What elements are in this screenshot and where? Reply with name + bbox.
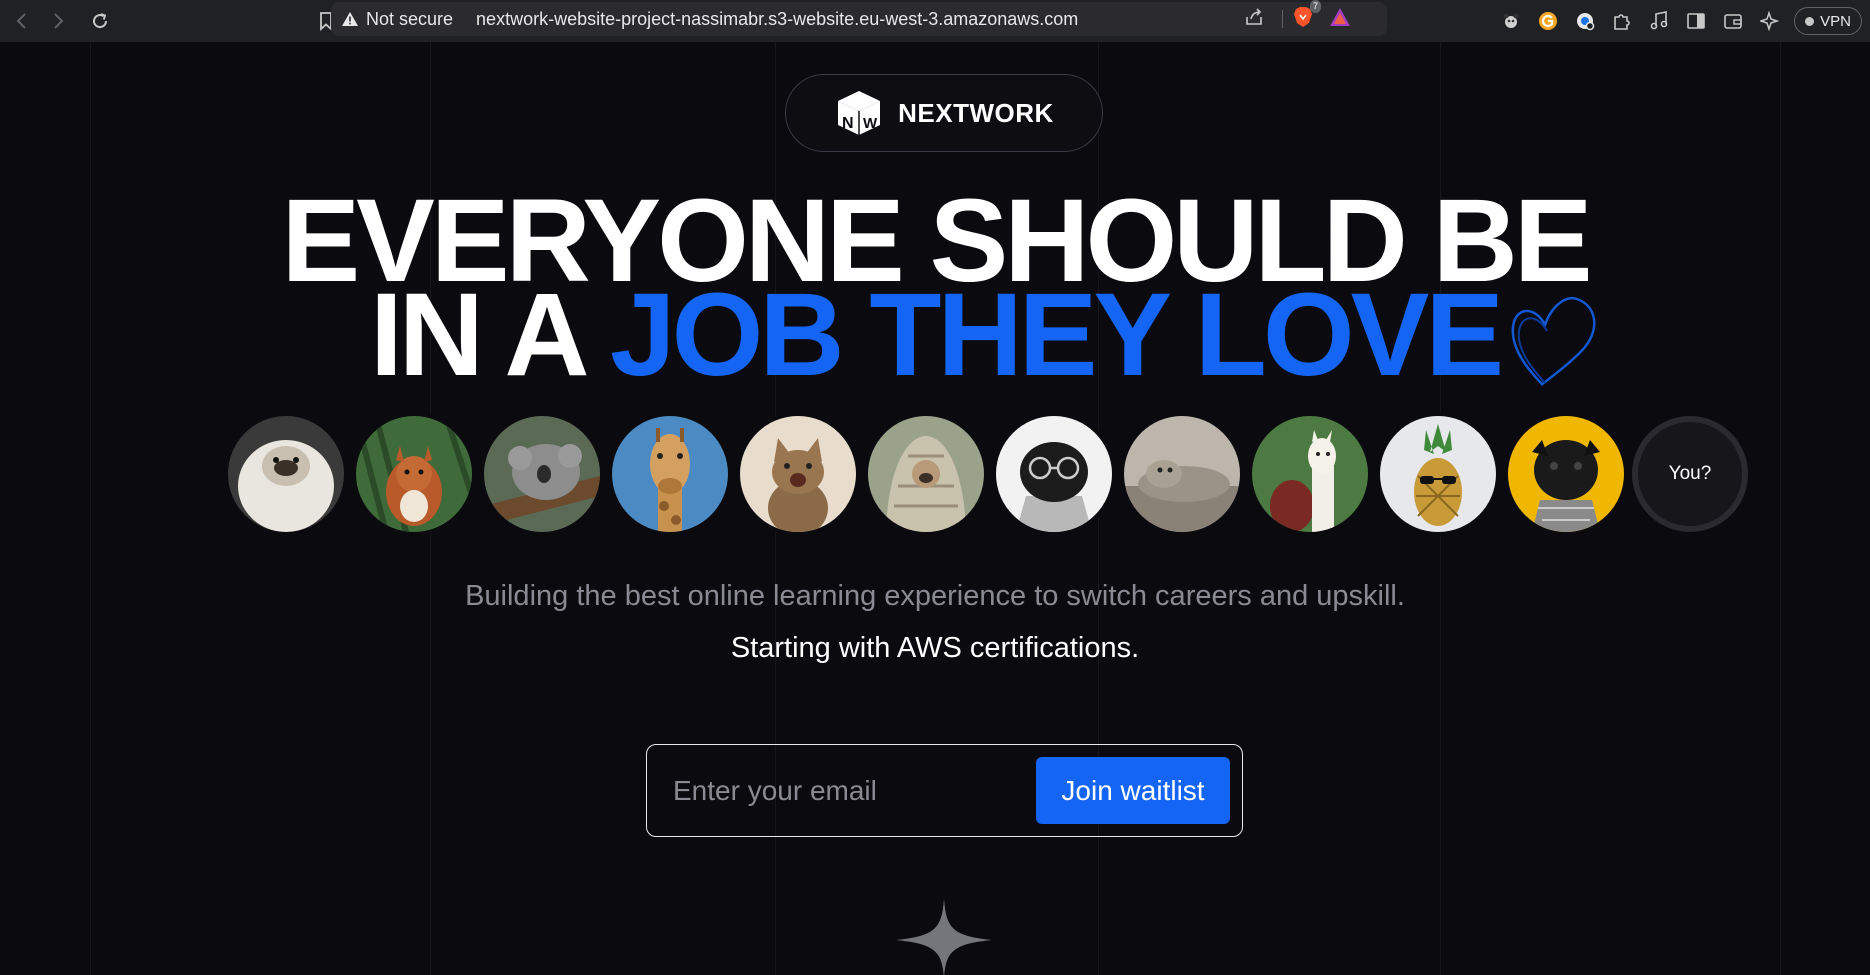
vpn-status-icon bbox=[1805, 16, 1815, 26]
back-button[interactable] bbox=[4, 3, 40, 39]
giraffe-avatar bbox=[608, 412, 732, 536]
url-text[interactable]: nextwork-website-project-nassimabr.s3-we… bbox=[476, 9, 1078, 30]
headline-highlight: JOB THEY LOVE bbox=[609, 269, 1504, 401]
fluffy-pug-avatar bbox=[224, 412, 348, 536]
brave-shields-icon[interactable]: 7 bbox=[1293, 0, 1321, 33]
music-note-icon[interactable] bbox=[1640, 11, 1677, 31]
vpn-label: VPN bbox=[1820, 12, 1851, 30]
tagline-line-2: Starting with AWS certifications. bbox=[730, 632, 1140, 664]
sunglasses-pineapple-avatar bbox=[1376, 412, 1500, 536]
forward-button[interactable] bbox=[40, 3, 76, 39]
glasses-pug-avatar bbox=[992, 412, 1116, 536]
you-placeholder-avatar: You? bbox=[1632, 416, 1748, 532]
shields-count-badge: 7 bbox=[1309, 0, 1321, 13]
extensions-tray: VPN bbox=[1492, 0, 1870, 42]
background-gridline bbox=[1780, 42, 1781, 975]
vpn-button[interactable]: VPN bbox=[1794, 7, 1862, 35]
svg-text:N: N bbox=[842, 115, 854, 132]
landing-page: N W NEXTWORK EVERYONE SHOULD BE IN A JOB… bbox=[0, 42, 1870, 975]
puzzle-icon[interactable] bbox=[1603, 11, 1640, 31]
reload-button[interactable] bbox=[82, 3, 118, 39]
reload-icon bbox=[93, 13, 108, 29]
browser-toolbar: Not secure nextwork-website-project-nass… bbox=[0, 0, 1870, 42]
warning-icon bbox=[342, 12, 358, 26]
black-pug-avatar bbox=[1504, 412, 1628, 536]
join-waitlist-button[interactable]: Join waitlist bbox=[1036, 757, 1230, 824]
brand-name: NEXTWORK bbox=[898, 97, 1054, 128]
leo-ai-icon[interactable] bbox=[1751, 11, 1788, 31]
panda-extension-icon[interactable] bbox=[1492, 12, 1529, 30]
chevron-left-icon bbox=[16, 13, 26, 29]
grammarly-icon[interactable] bbox=[1529, 11, 1566, 31]
alpaca-avatar bbox=[1248, 412, 1372, 536]
password-manager-icon[interactable] bbox=[1566, 11, 1603, 31]
background-gridline bbox=[90, 42, 91, 975]
squirrel-avatar bbox=[352, 412, 476, 536]
svg-text:W: W bbox=[863, 115, 878, 132]
chevron-right-icon bbox=[54, 13, 64, 29]
sparkle-icon bbox=[896, 898, 992, 975]
nextwork-cube-icon: N W bbox=[838, 91, 881, 135]
address-bar[interactable]: Not secure nextwork-website-project-nass… bbox=[331, 0, 1387, 36]
divider bbox=[1282, 10, 1283, 28]
avatar-row: You? bbox=[224, 412, 1748, 536]
waitlist-form: Join waitlist bbox=[646, 744, 1243, 837]
sidebar-toggle-icon[interactable] bbox=[1677, 12, 1714, 30]
security-indicator[interactable]: Not secure bbox=[341, 9, 453, 30]
brand-logo-pill[interactable]: N W NEXTWORK bbox=[785, 74, 1103, 152]
heart-scribble-icon bbox=[1511, 296, 1596, 386]
you-label: You? bbox=[1668, 463, 1712, 484]
share-icon[interactable] bbox=[1244, 7, 1264, 31]
security-label: Not secure bbox=[366, 8, 454, 29]
seal-avatar bbox=[1120, 412, 1244, 536]
blanket-pug-avatar bbox=[864, 412, 988, 536]
tagline-line-1: Building the best online learning experi… bbox=[465, 580, 1405, 612]
headline-prefix: IN A bbox=[369, 269, 610, 401]
wallet-icon[interactable] bbox=[1714, 12, 1751, 30]
brave-rewards-icon[interactable] bbox=[1329, 7, 1351, 32]
kitten-avatar bbox=[736, 412, 860, 536]
email-input[interactable] bbox=[647, 759, 1036, 822]
koala-avatar bbox=[480, 412, 604, 536]
